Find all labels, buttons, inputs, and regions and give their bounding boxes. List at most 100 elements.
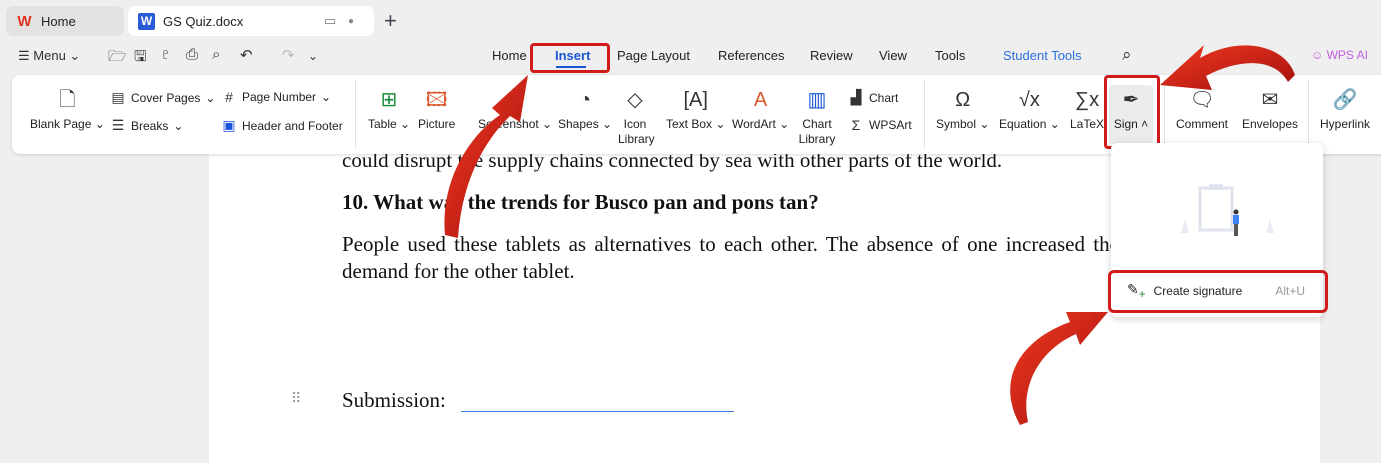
open-icon[interactable]: 🗁 [108,46,127,71]
divider [1164,80,1165,148]
unsaved-dot-icon: ● [348,15,355,27]
drag-handle-icon[interactable]: ⠿ [291,390,301,407]
symbol-button[interactable]: Ω Symbol ⌄ [936,89,989,132]
label: WordArt [732,117,776,131]
comment-button[interactable]: 🗨 Comment [1176,89,1228,132]
sign-highlight [1104,75,1160,149]
breaks-button[interactable]: ☰ Breaks ⌄ [110,117,184,134]
link-icon: 🔗 [1332,89,1358,111]
tab-document[interactable]: W GS Quiz.docx ▭ ● [128,6,374,36]
envelopes-button[interactable]: ✉ Envelopes [1242,89,1298,132]
cover-pages-button[interactable]: ▤ Cover Pages ⌄ [110,89,215,106]
label: WPSArt [869,118,912,132]
wpsart-button[interactable]: Σ WPSArt [848,117,912,133]
submission-line[interactable] [461,411,734,412]
shapes-button[interactable]: ◔ Shapes ⌄ [558,89,612,132]
header-footer-button[interactable]: ▣ Header and Footer [221,117,343,134]
save-icon[interactable]: 🖫 [134,46,147,71]
label: Page Number [242,90,317,104]
wps-logo-icon: W [17,12,32,30]
page-number-icon: # [225,89,233,105]
tab-home[interactable]: W Home [6,6,124,36]
undo-icon[interactable]: ↶ [240,46,253,64]
header-footer-icon: ▣ [222,117,236,133]
create-signature-highlight [1108,270,1328,313]
tab-tools[interactable]: Tools [935,48,965,63]
tab-student-tools[interactable]: Student Tools [1003,48,1082,63]
redo-icon[interactable]: ↷ [282,46,295,64]
doc-paragraph-line: demand for the other tablet. [342,259,575,283]
screenshot-button[interactable]: ✂ Screenshot ⌄ [478,89,552,132]
print-preview-icon[interactable]: ⌕ [212,46,220,63]
label: Picture [418,117,456,131]
menu-label: Menu [33,48,66,63]
label: Equation [999,117,1047,131]
wpsart-icon: Σ [851,117,861,133]
picture-icon: 🖾 [425,89,448,111]
tab-label: Home [41,13,76,29]
label: Icon Library [618,117,655,146]
sqrt-icon: √x [1018,89,1040,111]
equation-button[interactable]: √x Equation ⌄ [999,89,1060,132]
label: Chart [869,90,899,105]
tab-home-menu[interactable]: Home [492,48,527,63]
label: Text Box [666,117,713,131]
menu-button[interactable]: ☰ Menu ⌄ [18,48,80,64]
search-icon[interactable]: ⌕ [1122,45,1132,65]
wps-ai-button[interactable]: ☺ WPS AI [1311,48,1368,62]
chart-library-button[interactable]: ▥ Chart Library [798,89,836,147]
comment-icon: 🗨 [1189,89,1215,111]
omega-icon: Ω [955,89,971,111]
chart-icon: ▟ [850,89,862,105]
tab-label: GS Quiz.docx [163,13,244,29]
breaks-icon: ☰ [111,117,125,133]
label: Symbol [936,117,977,131]
monitor-icon[interactable]: ▭ [324,13,336,29]
text-box-icon: [A] [683,89,708,111]
label: Header and Footer [242,118,343,133]
tab-references[interactable]: References [718,48,784,63]
hyperlink-button[interactable]: 🔗 Hyperlink [1320,89,1370,132]
divider [355,80,356,148]
label: Table [368,117,397,131]
text-box-button[interactable]: [A] Text Box ⌄ [666,89,725,132]
label: Comment [1176,117,1229,131]
doc-heading: 10. What was the trends for Busco pan an… [342,190,819,214]
table-button[interactable]: ⊞ Table ⌄ [368,89,410,132]
sigma-icon: ∑x [1074,89,1100,111]
insert-highlight [530,43,610,73]
chart-button[interactable]: ▟ Chart [848,89,899,106]
picture-button[interactable]: 🖾 Picture [418,89,455,132]
submission-label: Submission: [342,388,446,412]
label: Chart Library [798,117,836,146]
label: LaTeX [1070,117,1105,131]
wps-ai-label: WPS AI [1326,48,1368,62]
word-doc-icon: W [138,12,155,30]
wordart-button[interactable]: A WordArt ⌄ [732,89,789,132]
empty-signature-illustration [1181,184,1274,236]
export-icon[interactable]: ♇ [160,46,171,63]
label: Envelopes [1242,117,1299,131]
divider [924,80,925,148]
label: Shapes [558,117,599,131]
divider [1308,80,1309,148]
blank-page-button[interactable]: 🗋 Blank Page ⌄ [30,89,105,132]
label: Blank Page [30,117,92,131]
chart-library-icon: ▥ [807,89,827,111]
icon-library-icon: ◇ [627,89,643,111]
more-chevron-icon[interactable]: ⌄ [308,49,318,63]
icon-library-button[interactable]: ◇ Icon Library [618,89,655,147]
label: Breaks [131,118,169,133]
label: Screenshot [478,117,539,131]
label: Hyperlink [1320,117,1371,131]
envelope-icon: ✉ [1261,89,1279,111]
new-tab-button[interactable]: + [384,8,397,34]
cover-pages-icon: ▤ [111,89,125,105]
latex-button[interactable]: ∑x LaTeX [1070,89,1104,132]
tab-view[interactable]: View [879,48,907,63]
blank-page-icon: 🗋 [59,89,76,111]
page-number-button[interactable]: # Page Number ⌄ [221,89,331,105]
tab-page-layout[interactable]: Page Layout [617,48,690,63]
print-icon[interactable]: ⎙ [186,46,198,63]
tab-review[interactable]: Review [810,48,853,63]
